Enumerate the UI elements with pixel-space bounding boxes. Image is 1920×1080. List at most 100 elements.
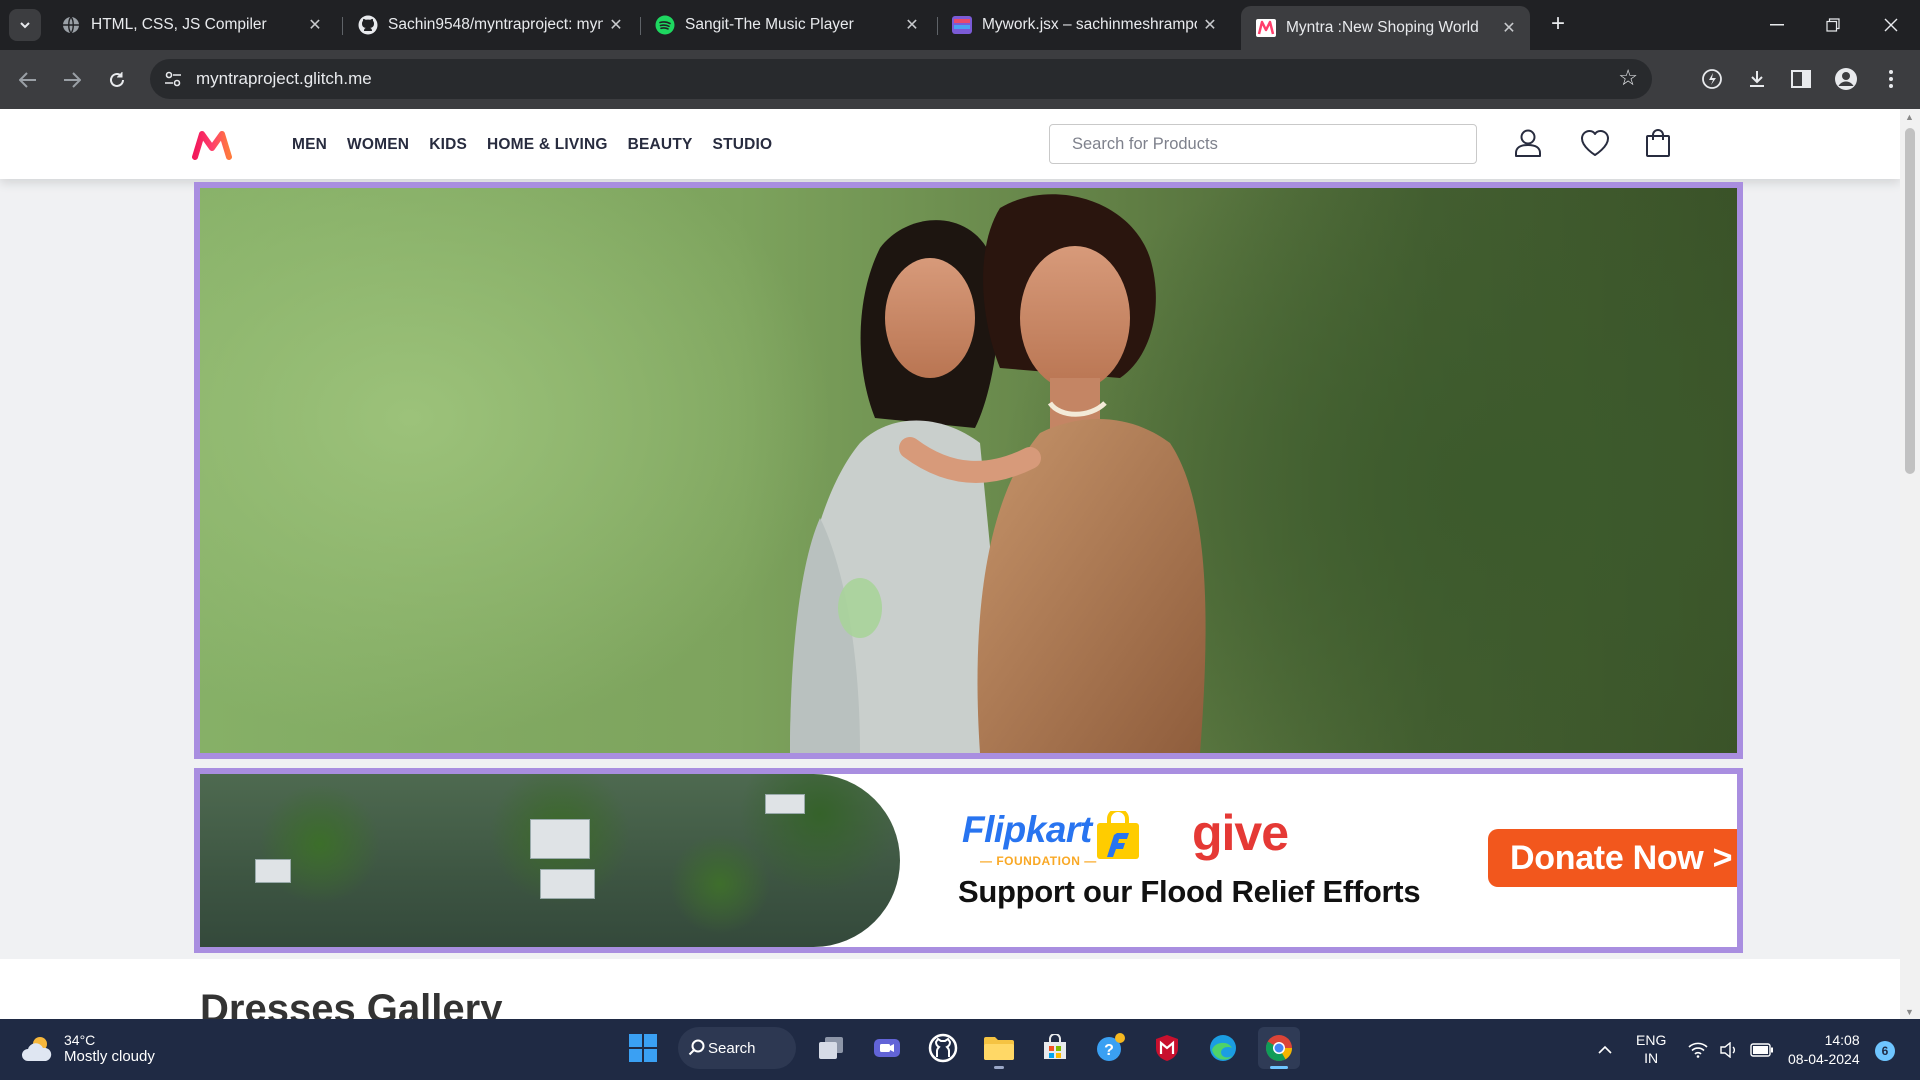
windows-logo-icon — [629, 1034, 657, 1062]
url-text[interactable]: myntraproject.glitch.me — [196, 69, 372, 89]
reload-icon — [110, 72, 124, 87]
extension-icon[interactable] — [1697, 64, 1727, 94]
scroll-down-arrow-icon[interactable]: ▼ — [1905, 1007, 1914, 1017]
running-indicator — [1270, 1066, 1288, 1069]
tab-myntra-active[interactable]: Myntra :New Shoping World ✕ — [1241, 6, 1530, 50]
flooded-house — [255, 859, 291, 883]
language-indicator[interactable]: ENG IN — [1636, 1031, 1666, 1067]
minimize-button[interactable] — [1748, 0, 1806, 50]
main-nav: MEN WOMEN KIDS HOME & LIVING BEAUTY STUD… — [292, 136, 772, 154]
address-bar[interactable]: myntraproject.glitch.me ☆ — [150, 59, 1652, 99]
side-panel-icon[interactable] — [1786, 64, 1816, 94]
nav-home-living[interactable]: HOME & LIVING — [487, 136, 608, 154]
arrow-right-icon — [64, 72, 81, 88]
cloudy-weather-icon — [22, 1036, 52, 1061]
notification-count-badge[interactable]: 6 — [1875, 1041, 1895, 1061]
show-hidden-icons-button[interactable] — [1597, 1019, 1613, 1080]
donate-now-button[interactable]: Donate Now > — [1488, 829, 1737, 887]
tab-music-player[interactable]: Sangit-The Music Player ✕ — [640, 8, 933, 42]
weather-widget[interactable]: 34°C Mostly cloudy — [20, 1032, 155, 1065]
tab-compiler[interactable]: HTML, CSS, JS Compiler ✕ — [46, 8, 336, 42]
hero-banner[interactable] — [194, 182, 1743, 759]
forward-button[interactable] — [58, 66, 86, 94]
close-tab-icon[interactable]: ✕ — [603, 15, 629, 35]
myntra-icon — [1256, 18, 1276, 38]
minimize-icon — [1770, 24, 1784, 26]
running-indicator — [994, 1066, 1004, 1069]
flood-relief-banner[interactable]: Flipkart — FOUNDATION — give Support our… — [194, 768, 1743, 953]
shopping-bag-icon[interactable] — [1642, 127, 1674, 159]
close-icon — [1884, 18, 1898, 32]
get-help-app[interactable]: ? — [1090, 1027, 1132, 1069]
clock[interactable]: 14:08 08-04-2024 — [1788, 1031, 1860, 1069]
scrollbar-thumb[interactable] — [1905, 128, 1915, 474]
close-window-button[interactable] — [1862, 0, 1920, 50]
download-icon[interactable] — [1742, 64, 1772, 94]
tab-title: HTML, CSS, JS Compiler — [91, 16, 267, 33]
product-search-input[interactable] — [1049, 124, 1477, 164]
restore-button[interactable] — [1804, 0, 1862, 50]
start-button[interactable] — [622, 1027, 664, 1069]
flooded-house — [530, 819, 590, 859]
nav-kids[interactable]: KIDS — [429, 136, 467, 154]
taskbar-search-button[interactable]: Search — [678, 1027, 796, 1069]
tab-github[interactable]: Sachin9548/myntraproject: myntra ✕ — [343, 8, 637, 42]
help-icon: ? — [1097, 1033, 1125, 1061]
profile-icon[interactable] — [1831, 64, 1861, 94]
microsoft-store-app[interactable] — [1034, 1027, 1076, 1069]
tab-title: Mywork.jsx – sachinmeshrampo — [982, 16, 1197, 33]
store-icon — [1044, 1034, 1066, 1059]
page-scrollbar[interactable]: ▲ ▼ — [1900, 109, 1920, 1019]
chrome-app[interactable] — [1258, 1027, 1300, 1069]
language-code: ENG — [1636, 1032, 1667, 1048]
shield-icon — [1156, 1035, 1178, 1061]
site-info-icon[interactable] — [164, 70, 182, 88]
teams-meet-app[interactable] — [866, 1027, 908, 1069]
edge-app[interactable] — [1202, 1027, 1244, 1069]
wishlist-heart-icon[interactable] — [1579, 127, 1611, 159]
flooded-house — [765, 794, 805, 814]
figma-icon — [952, 15, 972, 35]
scroll-up-arrow-icon[interactable]: ▲ — [1905, 112, 1914, 122]
arrow-left-icon — [19, 72, 36, 88]
clock-date: 08-04-2024 — [1788, 1051, 1860, 1067]
restore-icon — [1826, 18, 1840, 32]
file-explorer-app[interactable] — [978, 1027, 1020, 1069]
close-tab-icon[interactable]: ✕ — [899, 15, 925, 35]
give-wordmark: give — [1192, 805, 1289, 861]
nav-women[interactable]: WOMEN — [347, 136, 409, 154]
browser-tab-strip: HTML, CSS, JS Compiler ✕ Sachin9548/mynt… — [0, 0, 1920, 50]
flipkart-wordmark: Flipkart — [962, 809, 1092, 850]
myntra-logo[interactable] — [192, 129, 232, 161]
profile-icon[interactable] — [1512, 127, 1544, 159]
battery-icon — [1750, 1042, 1773, 1057]
new-tab-button[interactable]: + — [1543, 10, 1573, 40]
close-tab-icon[interactable]: ✕ — [302, 15, 328, 35]
tab-title: Myntra :New Shoping World — [1286, 19, 1479, 36]
site-header: MEN WOMEN KIDS HOME & LIVING BEAUTY STUD… — [0, 109, 1900, 179]
github-desktop-icon — [928, 1033, 958, 1063]
mcafee-app[interactable] — [1146, 1027, 1188, 1069]
task-view-icon — [819, 1037, 843, 1059]
nav-men[interactable]: MEN — [292, 136, 327, 154]
globe-icon — [61, 15, 81, 35]
nav-studio[interactable]: STUDIO — [713, 136, 773, 154]
tab-title: Sachin9548/myntraproject: myntra — [388, 16, 603, 33]
close-tab-icon[interactable]: ✕ — [1197, 15, 1223, 35]
flooded-house — [540, 869, 595, 899]
github-icon — [358, 15, 378, 35]
task-view-button[interactable] — [810, 1027, 852, 1069]
bookmark-star-icon[interactable]: ☆ — [1618, 65, 1638, 91]
search-icon — [688, 1039, 705, 1056]
reload-button[interactable] — [103, 66, 131, 94]
nav-beauty[interactable]: BEAUTY — [628, 136, 693, 154]
flood-aerial-photo — [200, 774, 900, 947]
back-button[interactable] — [14, 66, 42, 94]
github-desktop-app[interactable] — [922, 1027, 964, 1069]
close-tab-icon[interactable]: ✕ — [1496, 18, 1522, 38]
browser-menu-icon[interactable] — [1876, 64, 1906, 94]
system-tray-icons[interactable] — [1688, 1019, 1774, 1080]
folder-icon — [984, 1037, 1014, 1060]
tab-search-button[interactable] — [9, 9, 41, 41]
tab-mywork[interactable]: Mywork.jsx – sachinmeshrampo ✕ — [937, 8, 1231, 42]
